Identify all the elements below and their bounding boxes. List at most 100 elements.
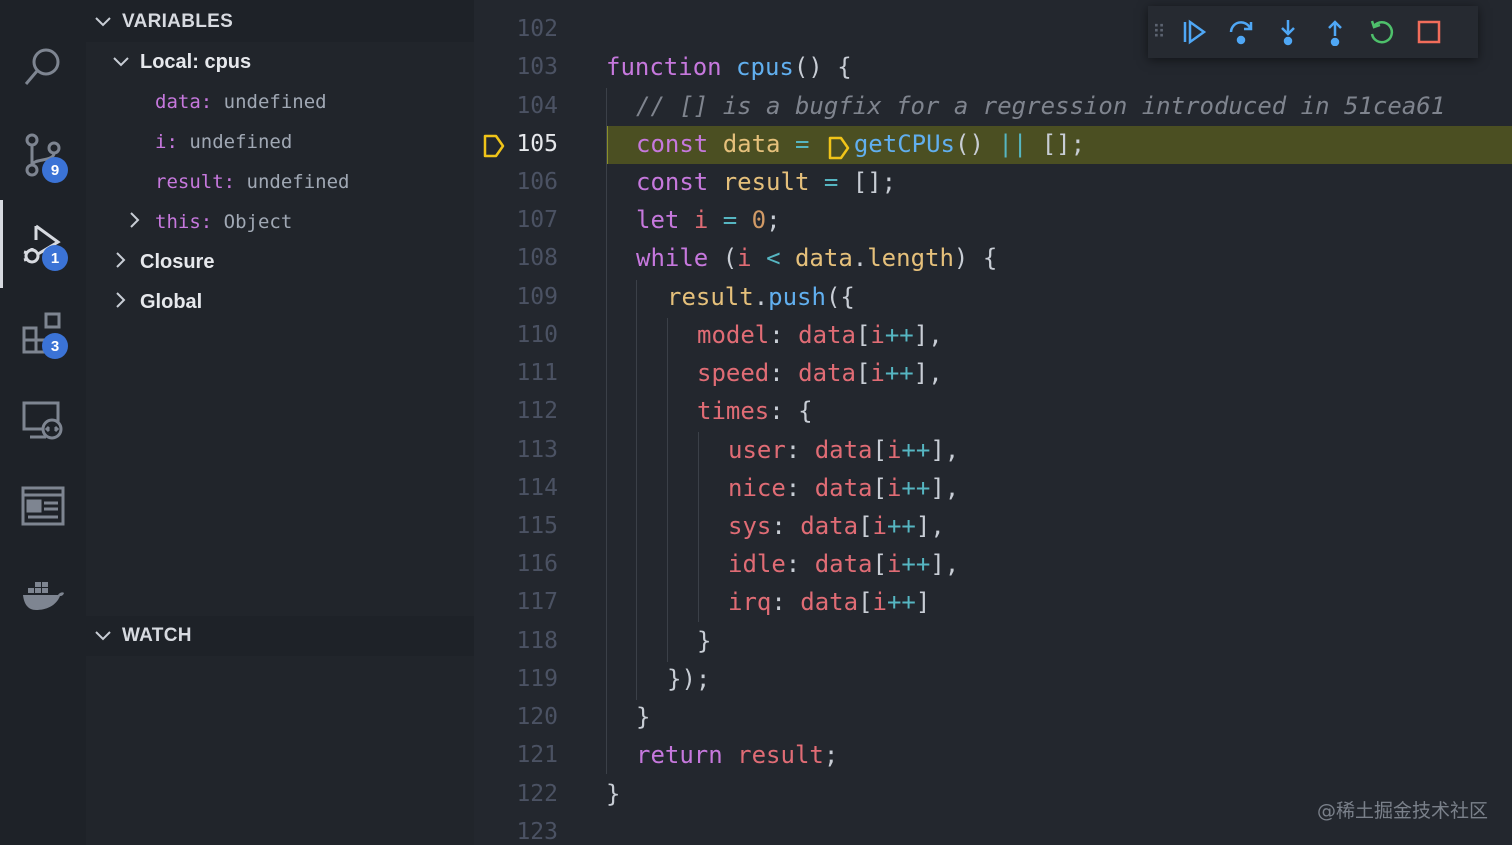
scope-local[interactable]: Local: cpus <box>110 42 251 82</box>
drag-handle-icon[interactable]: ⠿ <box>1148 22 1170 43</box>
property: speed <box>697 359 770 387</box>
code-line-104: // [] is a bugfix for a regression intro… <box>636 87 1445 125</box>
scope-closure-label: Closure <box>140 250 215 273</box>
extensions-icon[interactable] <box>0 290 86 376</box>
docker-icon[interactable] <box>0 550 86 636</box>
variable-data[interactable]: data: undefined <box>155 82 327 122</box>
operator: ++ <box>901 550 931 578</box>
chevron-right-icon <box>110 251 132 274</box>
punctuation: ; <box>766 206 781 234</box>
line-number: 121 <box>516 742 558 768</box>
punctuation: ({ <box>825 283 855 311</box>
watch-section-header[interactable]: WATCH <box>86 616 474 656</box>
operator: < <box>766 244 781 272</box>
punctuation: [ <box>855 359 871 387</box>
number: 0 <box>751 206 767 234</box>
punctuation: } <box>697 627 712 655</box>
variable: data <box>814 550 873 578</box>
line-number: 108 <box>516 245 558 271</box>
punctuation: []; <box>1041 130 1086 158</box>
property: user <box>728 436 786 464</box>
code-line-112: times: { <box>697 392 813 430</box>
variable: result <box>737 741 824 769</box>
punctuation: ( <box>722 244 738 272</box>
variable: i <box>693 206 709 234</box>
line-number: 123 <box>516 819 558 845</box>
watermark: @稀土掘金技术社区 <box>1316 800 1488 822</box>
scope-global[interactable]: Global <box>110 282 202 322</box>
variables-section-header[interactable]: VARIABLES <box>86 2 474 42</box>
step-out-button[interactable] <box>1311 6 1358 58</box>
code-editor[interactable]: 102 103 104 105 106 107 108 109 110 111 … <box>474 0 1512 845</box>
punctuation: . <box>852 244 868 272</box>
variable: i <box>872 588 887 616</box>
colon: : <box>223 171 236 193</box>
variable: i <box>886 474 902 502</box>
operator: ++ <box>886 588 916 616</box>
code-line-115: sys: data[i++], <box>728 507 945 545</box>
line-number: 107 <box>516 207 558 233</box>
stop-button[interactable] <box>1405 6 1452 58</box>
punctuation: () { <box>793 53 852 81</box>
colon: : <box>166 131 178 153</box>
variable-this[interactable]: this: Object <box>124 202 292 242</box>
colon: : <box>200 211 213 233</box>
variable-name: this <box>155 211 201 233</box>
code-line-108: while (i < data.length) { <box>636 239 997 277</box>
variable: i <box>872 512 887 540</box>
run-and-debug-icon[interactable] <box>0 200 86 286</box>
code-line-113: user: data[i++], <box>728 431 959 469</box>
code-line-103: function cpus() { <box>606 48 852 86</box>
line-number: 122 <box>516 781 558 807</box>
source-control-icon[interactable] <box>0 112 86 198</box>
continue-icon <box>1183 19 1206 45</box>
line-number: 106 <box>516 169 558 195</box>
chevron-down-icon <box>110 52 132 73</box>
browser-preview-icon[interactable] <box>0 463 86 549</box>
punctuation: []; <box>852 168 897 196</box>
variable: i <box>886 550 902 578</box>
variable: data <box>800 588 859 616</box>
code-line-110: model: data[i++], <box>697 316 943 354</box>
variable-result[interactable]: result: undefined <box>155 162 350 202</box>
step-into-button[interactable] <box>1264 6 1311 58</box>
variable-name: data <box>155 91 201 113</box>
variables-panel: Local: cpus data: undefined i: undefined… <box>86 42 474 616</box>
variable: i <box>870 321 885 349</box>
remote-explorer-icon[interactable] <box>0 377 86 463</box>
line-number: 102 <box>516 16 558 42</box>
variable: data <box>800 512 859 540</box>
keyword: const <box>636 130 709 158</box>
variable-i[interactable]: i: undefined <box>155 122 292 162</box>
punctuation: [ <box>855 321 871 349</box>
code-line-109: result.push({ <box>667 278 855 316</box>
punctuation: . <box>753 283 769 311</box>
step-over-button[interactable] <box>1217 6 1264 58</box>
scope-closure[interactable]: Closure <box>110 242 214 282</box>
extensions-badge: 3 <box>42 333 68 359</box>
punctuation: [ <box>858 512 873 540</box>
operator: ++ <box>884 321 914 349</box>
continue-button[interactable] <box>1170 6 1217 58</box>
code-line-107: let i = 0; <box>636 201 781 239</box>
keyword: function <box>606 53 722 81</box>
code-line-122: } <box>606 775 620 813</box>
punctuation: [ <box>872 474 887 502</box>
punctuation: [ <box>872 436 887 464</box>
property: sys <box>728 512 772 540</box>
punctuation: () <box>955 130 984 158</box>
variable: data <box>814 436 873 464</box>
chevron-down-icon <box>92 626 114 647</box>
operator: = <box>722 206 738 234</box>
punctuation: ], <box>930 436 960 464</box>
search-icon[interactable] <box>0 24 86 110</box>
code-line-111: speed: data[i++], <box>697 354 943 392</box>
indent-guide <box>606 88 607 774</box>
code-line-116: idle: data[i++], <box>728 545 959 583</box>
variable: data <box>794 244 853 272</box>
punctuation: ], <box>913 321 943 349</box>
variable-name: i <box>155 131 167 153</box>
variable-value: undefined <box>223 91 327 113</box>
watch-panel <box>86 656 474 845</box>
restart-button[interactable] <box>1358 6 1405 58</box>
